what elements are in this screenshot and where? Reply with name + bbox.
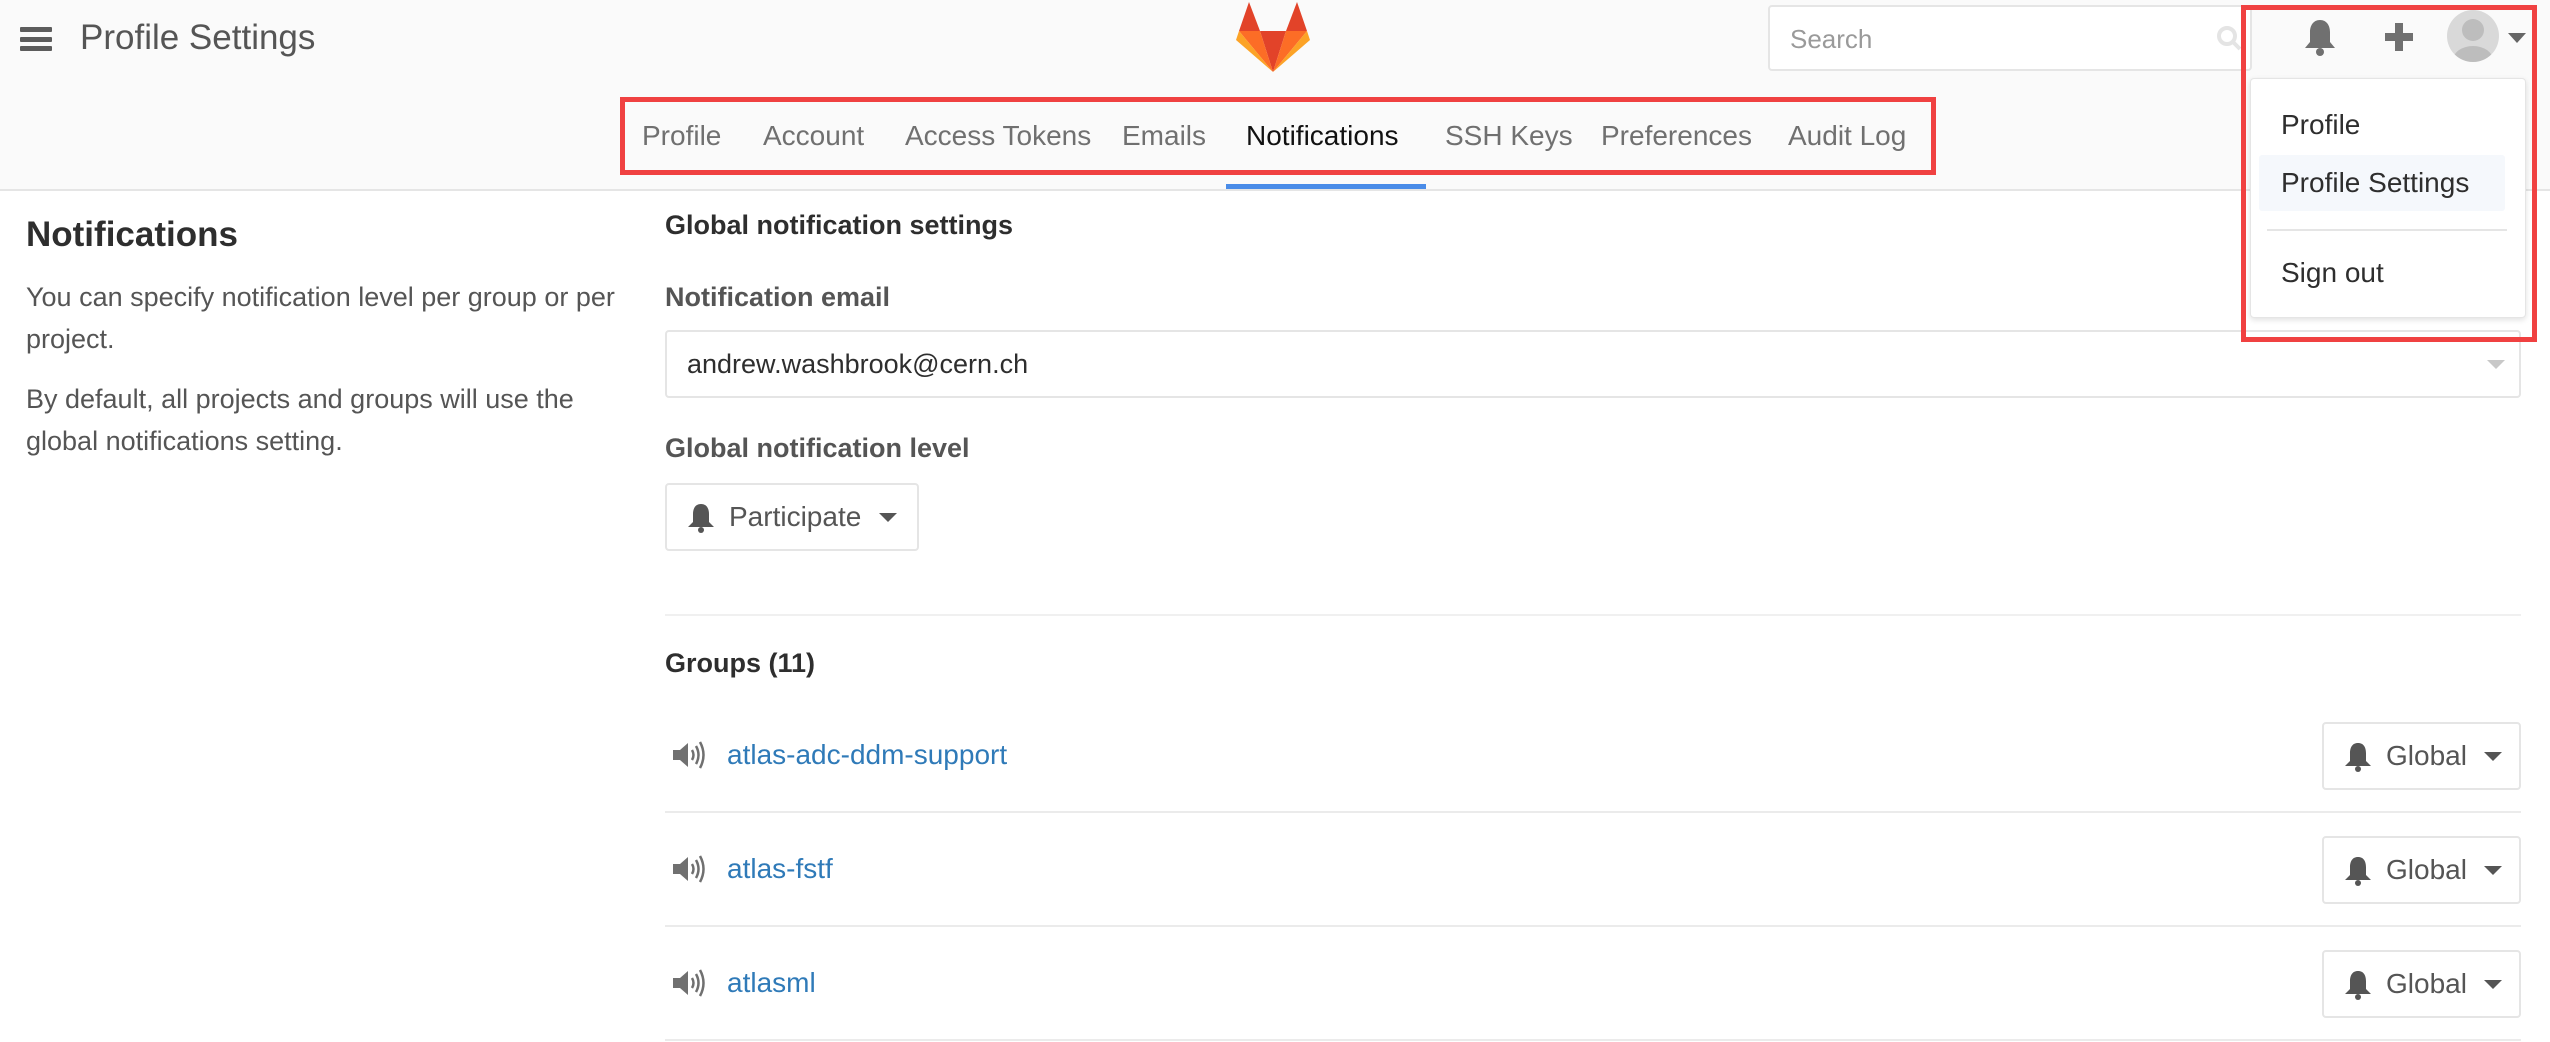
bell-icon	[2345, 743, 2371, 772]
group-link[interactable]: atlas-adc-ddm-support	[727, 699, 1007, 811]
section-heading: Notifications	[26, 215, 238, 254]
global-level-dropdown[interactable]: Participate	[665, 483, 919, 551]
top-header: Profile Settings Profile Account Access	[0, 0, 2550, 191]
groups-heading: Groups (11)	[665, 648, 816, 678]
bell-icon	[2345, 971, 2371, 1000]
tab-ssh-keys[interactable]: SSH Keys	[1445, 98, 1573, 174]
active-tab-indicator	[1226, 184, 1426, 189]
group-level-dropdown[interactable]: Global	[2322, 836, 2521, 904]
volume-icon	[673, 741, 705, 769]
notification-email-label: Notification email	[665, 282, 891, 312]
sidebar-description: Notifications You can specify notificati…	[26, 210, 616, 462]
description-paragraph: You can specify notification level per g…	[26, 282, 615, 354]
caret-down-icon[interactable]	[2508, 33, 2526, 43]
caret-down-icon	[2484, 866, 2502, 875]
caret-down-icon	[2484, 980, 2502, 989]
menu-divider	[2267, 229, 2507, 231]
search-input[interactable]	[1770, 7, 2212, 71]
section-divider	[665, 614, 2521, 616]
caret-down-icon	[2484, 752, 2502, 761]
global-settings-title: Global notification settings	[665, 210, 1014, 240]
search-icon[interactable]	[2216, 25, 2242, 51]
row-divider	[665, 1039, 2521, 1041]
notifications-bell-icon[interactable]	[2303, 18, 2337, 56]
user-dropdown-menu: Profile Profile Settings Sign out	[2250, 78, 2526, 318]
caret-down-icon	[2487, 360, 2505, 369]
tab-audit-log[interactable]: Audit Log	[1788, 98, 1906, 174]
group-level-value: Global	[2386, 854, 2467, 885]
global-level-label: Global notification level	[665, 433, 970, 463]
tab-preferences[interactable]: Preferences	[1601, 98, 1752, 174]
new-item-plus-icon[interactable]	[2382, 20, 2416, 54]
bell-icon	[2345, 857, 2371, 886]
notification-email-value: andrew.washbrook@cern.ch	[687, 349, 1029, 379]
tab-access-tokens[interactable]: Access Tokens	[905, 98, 1091, 174]
group-row: atlas-adc-ddm-support Global	[665, 699, 2521, 813]
group-level-dropdown[interactable]: Global	[2322, 722, 2521, 790]
tab-notifications[interactable]: Notifications	[1246, 98, 1399, 174]
caret-down-icon	[879, 513, 897, 522]
avatar-silhouette-icon	[2453, 19, 2493, 62]
menu-item-profile[interactable]: Profile	[2259, 97, 2505, 153]
group-link[interactable]: atlasml	[727, 927, 816, 1039]
tab-emails[interactable]: Emails	[1122, 98, 1206, 174]
group-link[interactable]: atlas-fstf	[727, 813, 833, 925]
global-level-value: Participate	[729, 501, 862, 532]
menu-item-profile-settings[interactable]: Profile Settings	[2259, 155, 2505, 211]
menu-item-sign-out[interactable]: Sign out	[2259, 245, 2505, 301]
group-level-value: Global	[2386, 968, 2467, 999]
volume-icon	[673, 855, 705, 883]
page-title: Profile Settings	[80, 18, 316, 57]
volume-icon	[673, 969, 705, 997]
group-row: atlas-fstf Global	[665, 813, 2521, 927]
profile-settings-tabs: Profile Account Access Tokens Emails Not…	[620, 98, 1935, 174]
search-box[interactable]	[1768, 5, 2252, 71]
group-level-dropdown[interactable]: Global	[2322, 950, 2521, 1018]
user-avatar[interactable]	[2447, 10, 2499, 62]
description-paragraph: By default, all projects and groups will…	[26, 384, 574, 456]
tab-profile[interactable]: Profile	[642, 98, 721, 174]
hamburger-menu-icon[interactable]	[20, 27, 52, 51]
bell-icon	[688, 504, 714, 533]
group-level-value: Global	[2386, 740, 2467, 771]
gitlab-logo[interactable]	[1236, 2, 1310, 72]
tab-account[interactable]: Account	[763, 98, 864, 174]
notification-email-select[interactable]: andrew.washbrook@cern.ch	[665, 330, 2521, 398]
group-row: atlasml Global	[665, 927, 2521, 1041]
